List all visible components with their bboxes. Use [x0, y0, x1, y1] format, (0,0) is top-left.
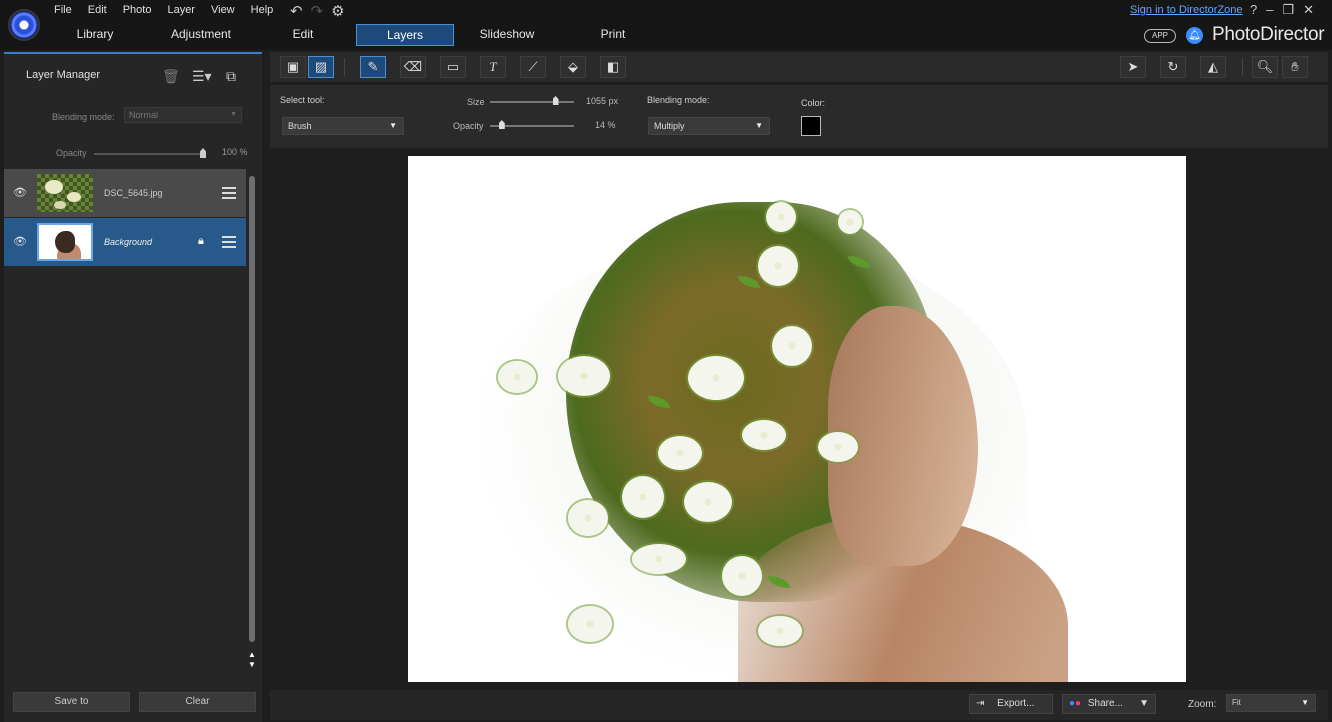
- sign-in-link[interactable]: Sign in to DirectorZone: [1130, 4, 1243, 16]
- trash-icon[interactable]: 🗑︎: [162, 68, 180, 85]
- brush-tool-icon[interactable]: ✎: [360, 56, 386, 78]
- mode-tabs: Library Adjustment Edit Layers Slideshow…: [42, 24, 666, 46]
- app-badge[interactable]: APP: [1144, 29, 1176, 43]
- share-dropdown-icon[interactable]: ▼: [1139, 695, 1149, 713]
- brush-opacity-value: 14 %: [595, 120, 616, 130]
- clear-button[interactable]: Clear: [139, 692, 256, 712]
- visibility-eye-icon[interactable]: 👁︎: [12, 234, 28, 250]
- tab-adjustment[interactable]: Adjustment: [148, 24, 254, 46]
- layer-name: Background: [104, 237, 153, 247]
- layer-settings-icon[interactable]: [222, 185, 236, 199]
- share-button[interactable]: ●● Share... ▼: [1062, 694, 1156, 714]
- export-label: Export...: [997, 698, 1035, 709]
- layer-menu-icon[interactable]: ☰▾: [192, 68, 212, 85]
- layer-thumbnail: [37, 174, 93, 212]
- layer-scrollbar[interactable]: [249, 176, 255, 642]
- export-button[interactable]: ⇥ Export...: [969, 694, 1053, 714]
- layer-row[interactable]: 👁︎ Background 🔒︎: [4, 218, 246, 266]
- blending-mode-label: Blending mode:: [52, 112, 115, 122]
- tool-toolbar: ▣ ▨ ✎ ⌫ ▭ T ⟋ ⬙ ◧ ➤ ↻ ◭ 🔍︎ ✋︎: [270, 52, 1328, 82]
- menu-photo[interactable]: Photo: [115, 2, 160, 17]
- text-tool-icon[interactable]: T: [480, 56, 506, 78]
- window-controls: ? – ❐ ✕: [1250, 2, 1314, 18]
- share-label: Share...: [1087, 698, 1123, 709]
- hand-pan-icon[interactable]: ✋︎: [1282, 56, 1308, 78]
- bottom-bar: ⇥ Export... ●● Share... ▼ Zoom: Fit ▼: [270, 690, 1328, 720]
- size-slider-track[interactable]: [490, 101, 574, 103]
- tool-select[interactable]: Brush ▼: [282, 117, 404, 135]
- zoom-value: Fit: [1232, 698, 1241, 707]
- layer-manager-panel: Layer Manager 🗑︎ ☰▾ ⧉ Blending mode: Nor…: [4, 52, 262, 722]
- tab-library[interactable]: Library: [42, 24, 148, 46]
- select-tool-label: Select tool:: [280, 95, 325, 105]
- opacity-slider-thumb[interactable]: [200, 148, 206, 158]
- menu-bar: File Edit Photo Layer View Help: [54, 2, 281, 17]
- brush-opacity-label: Opacity: [453, 121, 484, 131]
- size-slider-thumb[interactable]: [552, 96, 559, 105]
- rotate-icon[interactable]: ↻: [1160, 56, 1186, 78]
- lock-icon[interactable]: 🔒︎: [198, 235, 204, 248]
- zoom-magnifier-icon[interactable]: 🔍︎: [1252, 56, 1278, 78]
- menu-file[interactable]: File: [54, 2, 80, 17]
- minimize-icon[interactable]: –: [1266, 2, 1273, 18]
- export-icon: ⇥: [976, 698, 985, 709]
- opacity-slider-track[interactable]: [94, 153, 206, 155]
- add-layer-icon[interactable]: ⧉: [226, 68, 236, 85]
- menu-layer[interactable]: Layer: [159, 2, 203, 17]
- brush-blending-select[interactable]: Multiply ▼: [648, 117, 770, 135]
- add-image-layer-icon[interactable]: ▣: [280, 56, 306, 78]
- blending-mode-select[interactable]: Normal: [124, 107, 242, 123]
- menu-view[interactable]: View: [203, 2, 243, 17]
- quick-actions: ↶ ↷ ⚙: [290, 2, 345, 20]
- notification-bell-icon[interactable]: 🔔︎: [1186, 27, 1203, 44]
- fill-bucket-icon[interactable]: ⬙: [560, 56, 586, 78]
- undo-icon[interactable]: ↶: [290, 2, 303, 20]
- zoom-select[interactable]: Fit ▼: [1226, 694, 1316, 712]
- size-label: Size: [467, 97, 485, 107]
- rectangle-tool-icon[interactable]: ▭: [440, 56, 466, 78]
- layer-settings-icon[interactable]: [222, 234, 236, 248]
- gradient-tool-icon[interactable]: ◧: [600, 56, 626, 78]
- tab-layers[interactable]: Layers: [356, 24, 454, 46]
- menu-edit[interactable]: Edit: [80, 2, 115, 17]
- opacity-label: Opacity: [56, 148, 87, 158]
- share-dots-icon: ●●: [1069, 698, 1082, 709]
- photo-canvas[interactable]: [408, 156, 1186, 682]
- tab-print[interactable]: Print: [560, 24, 666, 46]
- app-logo-icon[interactable]: [8, 9, 40, 41]
- size-value: 1055 px: [586, 96, 619, 106]
- save-to-button[interactable]: Save to: [13, 692, 130, 712]
- tool-select-value: Brush: [288, 121, 312, 131]
- redo-icon[interactable]: ↷: [311, 2, 324, 20]
- clone-tool-icon[interactable]: ⟋: [520, 56, 546, 78]
- restore-icon[interactable]: ❐: [1282, 2, 1294, 18]
- flip-icon[interactable]: ◭: [1200, 56, 1226, 78]
- canvas-area: [268, 150, 1328, 687]
- layer-name: DSC_5645.jpg: [104, 188, 163, 198]
- select-arrow-icon[interactable]: ➤: [1120, 56, 1146, 78]
- scroll-arrows[interactable]: ▲ ▼: [248, 650, 256, 670]
- zoom-label: Zoom:: [1188, 699, 1217, 710]
- tool-options-bar: Select tool: Brush ▼ Size 1055 px Opacity…: [270, 84, 1328, 148]
- layer-thumbnail: [37, 223, 93, 261]
- visibility-eye-icon[interactable]: 👁︎: [12, 185, 28, 201]
- brush-blending-value: Multiply: [654, 121, 685, 131]
- brush-opacity-thumb[interactable]: [498, 120, 505, 129]
- color-label: Color:: [801, 98, 826, 108]
- brand-name: PhotoDirector: [1212, 24, 1325, 45]
- add-photo-layer-icon[interactable]: ▨: [308, 56, 334, 78]
- tab-slideshow[interactable]: Slideshow: [454, 24, 560, 46]
- eraser-tool-icon[interactable]: ⌫: [400, 56, 426, 78]
- brush-blending-label: Blending mode:: [647, 95, 710, 105]
- tab-edit[interactable]: Edit: [254, 24, 352, 46]
- color-swatch[interactable]: [801, 116, 821, 136]
- help-icon[interactable]: ?: [1250, 2, 1257, 18]
- title-bar: File Edit Photo Layer View Help ↶ ↷ ⚙ Li…: [0, 0, 1332, 50]
- opacity-value: 100 %: [222, 147, 248, 157]
- panel-title: Layer Manager: [26, 69, 100, 81]
- layer-row[interactable]: 👁︎ DSC_5645.jpg: [4, 169, 246, 217]
- settings-gear-icon[interactable]: ⚙: [331, 2, 344, 20]
- close-icon[interactable]: ✕: [1303, 2, 1314, 18]
- menu-help[interactable]: Help: [243, 2, 282, 17]
